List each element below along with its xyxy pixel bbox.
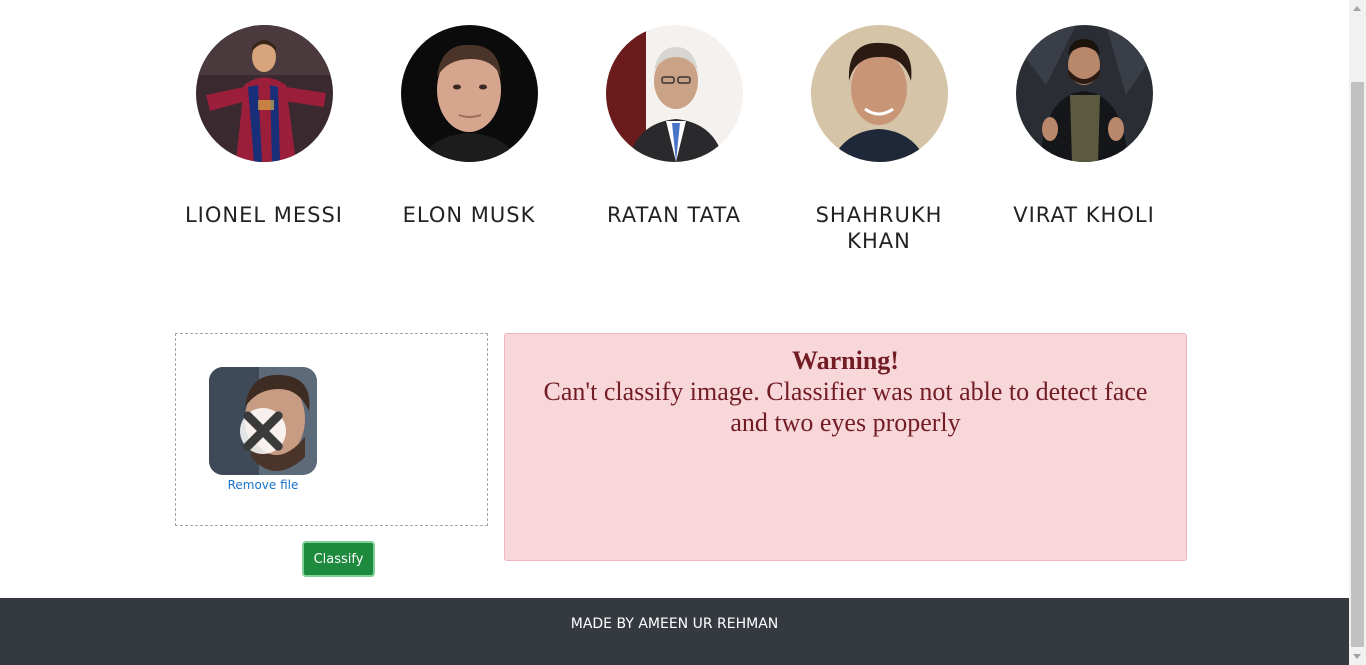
classify-button[interactable]: Classify [302, 541, 375, 577]
celebrity-name: LIONEL MESSI [184, 203, 343, 227]
warning-alert: Warning! Can't classify image. Classifie… [504, 333, 1187, 561]
alert-message: Can't classify image. Classifier was not… [543, 377, 1148, 437]
shahrukh-khan-photo [810, 25, 948, 162]
celebrity-name: RATAN TATA [607, 203, 741, 227]
remove-file-link[interactable]: Remove file [209, 478, 317, 492]
image-dropzone[interactable]: Remove file [175, 333, 488, 526]
celebrity-card-virat-kholi: VIRAT KHOLI [994, 25, 1174, 228]
elon-musk-photo [400, 25, 538, 162]
vertical-scrollbar[interactable] [1349, 0, 1366, 665]
celebrity-card-shahrukh-khan: SHAHRUKH KHAN [789, 25, 969, 254]
celebrity-card-elon-musk: ELON MUSK [379, 25, 559, 228]
footer: MADE BY AMEEN UR REHMAN [0, 598, 1349, 665]
footer-credit: MADE BY AMEEN UR REHMAN [570, 616, 779, 632]
ratan-tata-photo [605, 25, 743, 162]
scroll-up-icon[interactable] [1353, 6, 1361, 11]
uploaded-image-thumbnail [209, 367, 317, 475]
messi-photo [195, 25, 333, 162]
celebrity-name: VIRAT KHOLI [1013, 203, 1155, 227]
remove-overlay[interactable] [240, 408, 286, 454]
celebrity-card-messi: LIONEL MESSI [174, 25, 354, 228]
celebrity-card-ratan-tata: RATAN TATA [584, 25, 764, 228]
scroll-thumb[interactable] [1351, 82, 1364, 647]
celebrity-name: SHAHRUKH KHAN [815, 203, 943, 253]
alert-title: Warning! [792, 346, 899, 375]
page: LIONEL MESSI ELON MUSK RATAN TATA SHAHRU… [0, 0, 1349, 665]
celebrity-name: ELON MUSK [402, 203, 536, 227]
virat-kholi-photo [1015, 25, 1153, 162]
scroll-down-icon[interactable] [1353, 654, 1361, 659]
close-icon [243, 411, 283, 451]
